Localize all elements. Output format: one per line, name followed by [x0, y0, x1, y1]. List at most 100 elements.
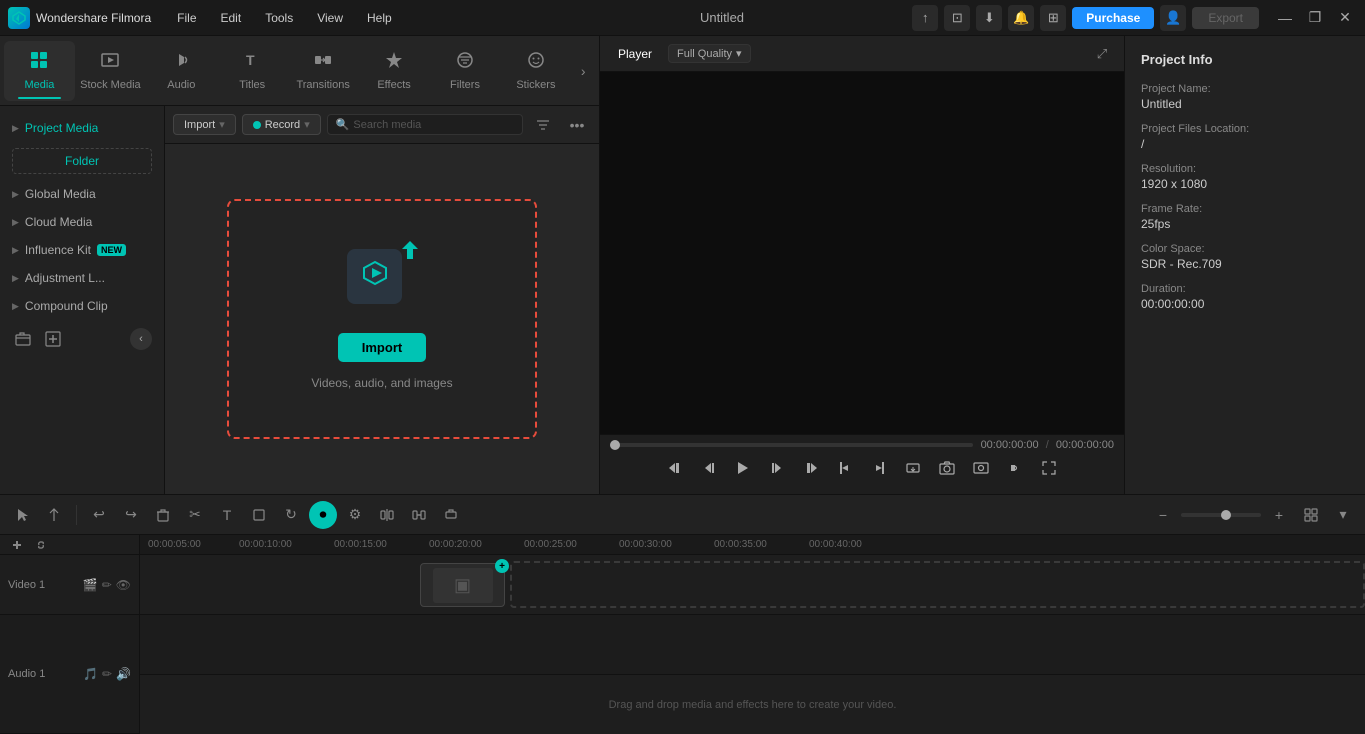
audio-edit-icon[interactable]: ✏ — [102, 667, 112, 681]
project-info-title: Project Info — [1141, 52, 1349, 67]
zoom-out-button[interactable]: − — [1149, 501, 1177, 529]
search-input[interactable]: 🔍 Search media — [327, 114, 523, 135]
play-icon[interactable] — [730, 455, 756, 481]
step-forward-icon[interactable] — [798, 455, 824, 481]
menu-view[interactable]: View — [307, 7, 353, 29]
sidebar-item-cloud-media[interactable]: ▶ Cloud Media — [0, 208, 164, 236]
stabilize-button[interactable] — [437, 501, 465, 529]
info-row-files-location: Project Files Location: / — [1141, 123, 1349, 151]
sidebar-item-adjustment-layer[interactable]: ▶ Adjustment L... — [0, 264, 164, 292]
audio-volume-icon[interactable]: 🔊 — [116, 667, 131, 681]
menu-tools[interactable]: Tools — [255, 7, 303, 29]
tab-media[interactable]: Media — [4, 41, 75, 101]
add-item-icon[interactable] — [42, 328, 64, 350]
close-button[interactable]: ✕ — [1333, 6, 1357, 30]
export-button[interactable]: Export — [1192, 7, 1259, 29]
save-icon[interactable]: ⊡ — [944, 5, 970, 31]
zoom-track[interactable] — [1181, 513, 1261, 517]
more-timeline-options[interactable]: ▾ — [1329, 501, 1357, 529]
chain-link-icon[interactable] — [32, 536, 50, 554]
sidebar-item-global-media[interactable]: ▶ Global Media — [0, 180, 164, 208]
tab-audio[interactable]: Audio — [146, 41, 217, 101]
zoom-controls: − + — [1149, 501, 1293, 529]
import-button[interactable]: Import ▾ — [173, 114, 236, 135]
info-row-frame-rate: Frame Rate: 25fps — [1141, 203, 1349, 231]
info-row-project-name: Project Name: Untitled — [1141, 83, 1349, 111]
mark-in-icon[interactable] — [832, 455, 858, 481]
media-tab-icon — [29, 50, 49, 75]
tab-filters[interactable]: Filters — [430, 41, 501, 101]
delete-button[interactable] — [149, 501, 177, 529]
expand-icon[interactable] — [1036, 455, 1062, 481]
apps-icon[interactable]: ⊞ — [1040, 5, 1066, 31]
track-edit-icon[interactable]: ✏ — [102, 578, 112, 592]
menu-help[interactable]: Help — [357, 7, 402, 29]
sidebar-item-compound-clip[interactable]: ▶ Compound Clip — [0, 292, 164, 320]
info-label-color-space: Color Space: — [1141, 243, 1349, 255]
add-to-timeline-icon[interactable] — [900, 455, 926, 481]
fullscreen-icon[interactable]: ⤢ — [1090, 42, 1114, 66]
svg-text:T: T — [246, 52, 255, 68]
collapse-button[interactable]: ‹ — [130, 328, 152, 350]
progress-track[interactable] — [610, 443, 973, 447]
tab-stock-media[interactable]: Stock Media — [75, 41, 146, 101]
drop-import-button[interactable]: Import — [338, 333, 426, 362]
zoom-in-button[interactable]: + — [1265, 501, 1293, 529]
info-row-duration: Duration: 00:00:00:00 — [1141, 283, 1349, 311]
maximize-button[interactable]: ❐ — [1303, 6, 1327, 30]
crop-button[interactable] — [245, 501, 273, 529]
grid-view-button[interactable] — [1297, 501, 1325, 529]
audio-track-icon[interactable]: 🎵 — [83, 667, 98, 681]
filter-icon[interactable] — [529, 111, 557, 139]
user-icon[interactable]: 👤 — [1160, 5, 1186, 31]
cut-button[interactable]: ✂ — [181, 501, 209, 529]
download-icon[interactable]: ⬇ — [976, 5, 1002, 31]
redo-button[interactable]: ↪ — [117, 501, 145, 529]
menu-file[interactable]: File — [167, 7, 206, 29]
video-clip[interactable]: ▣ + — [420, 563, 505, 607]
drop-zone[interactable]: Import Videos, audio, and images — [227, 199, 537, 439]
purchase-button[interactable]: Purchase — [1072, 7, 1154, 29]
timeline-snapping-tool[interactable] — [40, 501, 68, 529]
split-button[interactable] — [373, 501, 401, 529]
undo-button[interactable]: ↩ — [85, 501, 113, 529]
more-options-icon[interactable]: ••• — [563, 111, 591, 139]
track-lock-icon[interactable]: 🎬 — [83, 578, 98, 592]
screenshot-icon[interactable] — [968, 455, 994, 481]
timeline-select-tool[interactable] — [8, 501, 36, 529]
record-button-timeline[interactable]: ⏺ — [309, 501, 337, 529]
add-folder-icon[interactable] — [12, 328, 34, 350]
rotation-button[interactable]: ↻ — [277, 501, 305, 529]
video-track-area[interactable]: ▣ + — [140, 555, 1365, 615]
text-tool[interactable]: T — [213, 501, 241, 529]
notification-icon[interactable]: 🔔 — [1008, 5, 1034, 31]
tab-more-button[interactable]: › — [571, 41, 595, 101]
tab-effects[interactable]: Effects — [359, 41, 430, 101]
sidebar-item-project-media[interactable]: ▶ Project Media — [0, 114, 164, 142]
frame-back-icon[interactable] — [696, 455, 722, 481]
record-button[interactable]: Record ▾ — [242, 114, 321, 135]
clip-add-button[interactable]: + — [495, 559, 509, 573]
volume-icon[interactable] — [1002, 455, 1028, 481]
frame-forward-icon[interactable] — [764, 455, 790, 481]
tab-titles[interactable]: T Titles — [217, 41, 288, 101]
step-back-icon[interactable] — [662, 455, 688, 481]
quality-select[interactable]: Full Quality ▾ — [668, 44, 751, 63]
sidebar-folder-button[interactable]: Folder — [12, 148, 152, 174]
info-label-duration: Duration: — [1141, 283, 1349, 295]
ruler-mark-5: 00:00:30:00 — [619, 539, 714, 550]
menu-edit[interactable]: Edit — [211, 7, 252, 29]
minimize-button[interactable]: — — [1273, 6, 1297, 30]
add-track-icon[interactable] — [8, 536, 26, 554]
player-tab[interactable]: Player — [610, 43, 660, 65]
camera-icon[interactable] — [934, 455, 960, 481]
track-eye-icon[interactable]: 👁 — [116, 578, 131, 592]
settings-button[interactable]: ⚙ — [341, 501, 369, 529]
sidebar-item-influence-kit[interactable]: ▶ Influence Kit NEW — [0, 236, 164, 264]
merge-clips-button[interactable] — [405, 501, 433, 529]
mark-out-icon[interactable] — [866, 455, 892, 481]
cloud-upload-icon[interactable]: ↑ — [912, 5, 938, 31]
tab-stickers[interactable]: Stickers — [500, 41, 571, 101]
audio-track-area[interactable] — [140, 615, 1365, 675]
tab-transitions[interactable]: Transitions — [288, 41, 359, 101]
